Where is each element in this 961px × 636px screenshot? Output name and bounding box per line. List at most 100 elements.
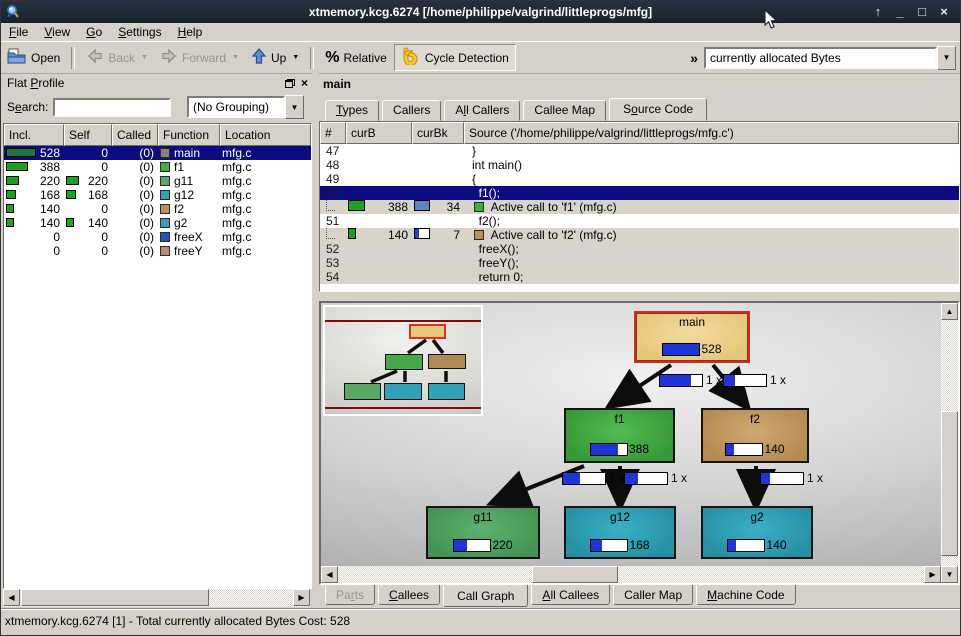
- function-color-icon: [160, 148, 170, 158]
- tab-all-callees[interactable]: All Callees: [531, 585, 610, 605]
- tab-call-graph[interactable]: Call Graph: [443, 585, 528, 607]
- function-row-g2[interactable]: 140140(0)g2mfg.c: [4, 216, 311, 230]
- function-row-f1[interactable]: 3880(0)f1mfg.c: [4, 160, 311, 174]
- graph-node-g11[interactable]: g11220: [426, 506, 540, 559]
- tab-caller-map[interactable]: Caller Map: [613, 585, 693, 605]
- forward-dropdown-icon[interactable]: ▼: [232, 54, 239, 61]
- source-line-51[interactable]: 51 f2();: [320, 214, 959, 228]
- function-row-freeY[interactable]: 00(0)freeYmfg.c: [4, 244, 311, 258]
- scroll-thumb[interactable]: [941, 411, 958, 556]
- cost-bar: [6, 148, 36, 157]
- source-line-53[interactable]: 53 freeY();: [320, 256, 959, 270]
- close-dock-icon[interactable]: ×: [301, 77, 308, 89]
- function-color-icon: [474, 230, 484, 240]
- tab-all-callers[interactable]: All Callers: [444, 100, 520, 121]
- tab-machine-code[interactable]: Machine Code: [696, 585, 795, 605]
- tab-callee-map[interactable]: Callee Map: [523, 100, 606, 121]
- search-input[interactable]: [53, 98, 171, 117]
- grouping-select[interactable]: (No Grouping) ▼: [187, 96, 304, 118]
- titlebar[interactable]: xtmemory.kcg.6274 [/home/philippe/valgri…: [1, 1, 960, 23]
- maximize-button[interactable]: □: [914, 2, 930, 22]
- source-call-row[interactable]: 1407 Active call to 'f2' (mfg.c): [320, 228, 959, 242]
- flat-profile-hscrollbar[interactable]: ◀ ▶: [3, 589, 310, 607]
- event-type-dropdown-icon[interactable]: ▼: [937, 46, 956, 70]
- tab-source-code[interactable]: Source Code: [609, 98, 707, 121]
- menu-file[interactable]: File: [1, 24, 36, 40]
- source-line-47[interactable]: 47}: [320, 144, 959, 158]
- source-column-header[interactable]: curB: [346, 122, 412, 144]
- toolbar-overflow-button[interactable]: »: [684, 50, 704, 66]
- up-button[interactable]: Up ▼: [246, 45, 304, 71]
- menu-go[interactable]: Go: [78, 24, 110, 40]
- cycle-detection-toggle-button[interactable]: Cycle Detection: [394, 44, 516, 71]
- scroll-thumb[interactable]: [532, 566, 618, 583]
- function-row-g11[interactable]: 220220(0)g11mfg.c: [4, 174, 311, 188]
- back-dropdown-icon[interactable]: ▼: [141, 54, 148, 61]
- vertical-splitter[interactable]: [312, 73, 319, 609]
- cost-bar: [66, 218, 74, 227]
- close-button[interactable]: ×: [936, 2, 952, 22]
- scroll-up-icon[interactable]: ▲: [941, 303, 958, 320]
- function-color-icon: [160, 246, 170, 256]
- back-arrow-icon: [86, 48, 104, 67]
- tab-types[interactable]: Types: [325, 100, 379, 121]
- menu-view[interactable]: View: [36, 24, 78, 40]
- float-dock-icon[interactable]: [285, 79, 295, 88]
- source-line-52[interactable]: 52 freeX();: [320, 242, 959, 256]
- event-type-select[interactable]: currently allocated Bytes ▼: [704, 47, 956, 69]
- dock-titlebar[interactable]: Flat Profile ×: [3, 73, 312, 93]
- menu-settings[interactable]: Settings: [110, 24, 169, 40]
- status-text: xtmemory.kcg.6274 [1] - Total currently …: [5, 614, 350, 628]
- open-button[interactable]: Open: [2, 45, 65, 71]
- scroll-left-icon[interactable]: ◀: [321, 566, 338, 583]
- graph-node-g12[interactable]: g12168: [564, 506, 676, 559]
- menu-help[interactable]: Help: [170, 24, 211, 40]
- function-row-g12[interactable]: 168168(0)g12mfg.c: [4, 188, 311, 202]
- selected-function-title: main: [319, 73, 960, 95]
- search-label: Search:: [7, 100, 48, 114]
- source-column-header[interactable]: #: [320, 122, 346, 144]
- tree-branch-icon: [326, 228, 335, 239]
- source-line-48[interactable]: 48int main(): [320, 158, 959, 172]
- graph-node-f2[interactable]: f2140: [701, 408, 809, 463]
- graph-node-f1[interactable]: f1388: [564, 408, 675, 463]
- source-call-row[interactable]: 38834 Active call to 'f1' (mfg.c): [320, 200, 959, 214]
- graph-node-main[interactable]: main528: [634, 311, 750, 363]
- function-row-main[interactable]: 5280(0)mainmfg.c: [4, 146, 311, 160]
- grouping-dropdown-icon[interactable]: ▼: [285, 95, 304, 119]
- up-dropdown-icon[interactable]: ▼: [292, 54, 299, 61]
- source-column-header[interactable]: Source ('/home/philippe/valgrind/littlep…: [464, 122, 959, 144]
- source-line-54[interactable]: 54 return 0;: [320, 270, 959, 284]
- window-title: xtmemory.kcg.6274 [/home/philippe/valgri…: [1, 5, 960, 19]
- cost-bar: [6, 218, 14, 227]
- column-header-location[interactable]: Location: [220, 124, 311, 146]
- scroll-right-icon[interactable]: ▶: [293, 589, 310, 606]
- tab-callers[interactable]: Callers: [382, 100, 441, 121]
- shade-button[interactable]: ↑: [870, 2, 886, 22]
- function-view-tabs: TypesCallersAll CallersCallee MapSource …: [319, 97, 961, 121]
- forward-button[interactable]: Forward ▼: [155, 45, 244, 70]
- column-header-called[interactable]: Called: [112, 124, 158, 146]
- column-header-self[interactable]: Self: [64, 124, 112, 146]
- column-header-function[interactable]: Function: [158, 124, 220, 146]
- scroll-right-icon[interactable]: ▶: [924, 566, 941, 583]
- source-column-header[interactable]: curBk: [412, 122, 464, 144]
- graph-node-g2[interactable]: g2140: [701, 506, 813, 559]
- source-line-49[interactable]: 49{: [320, 172, 959, 186]
- tab-callees[interactable]: Callees: [378, 585, 440, 605]
- relative-toggle-button[interactable]: % Relative: [320, 46, 392, 70]
- minimize-button[interactable]: _: [892, 2, 908, 22]
- scroll-thumb[interactable]: [21, 589, 209, 606]
- function-row-f2[interactable]: 1400(0)f2mfg.c: [4, 202, 311, 216]
- graph-hscrollbar[interactable]: ◀ ▶: [321, 566, 941, 583]
- function-row-freeX[interactable]: 00(0)freeXmfg.c: [4, 230, 311, 244]
- graph-vscrollbar[interactable]: ▲ ▼: [941, 303, 958, 583]
- scroll-down-icon[interactable]: ▼: [941, 566, 958, 583]
- source-line-50[interactable]: 50 f1();: [320, 186, 959, 200]
- call-graph-canvas[interactable]: 1 x1 x1 x1 x1 xmain528f1388f2140g11220g1…: [321, 303, 941, 566]
- graph-overview-minimap[interactable]: [323, 305, 483, 416]
- back-button[interactable]: Back ▼: [81, 45, 153, 70]
- column-header-incl[interactable]: Incl.: [4, 124, 64, 146]
- scroll-left-icon[interactable]: ◀: [3, 589, 20, 606]
- function-color-icon: [160, 232, 170, 242]
